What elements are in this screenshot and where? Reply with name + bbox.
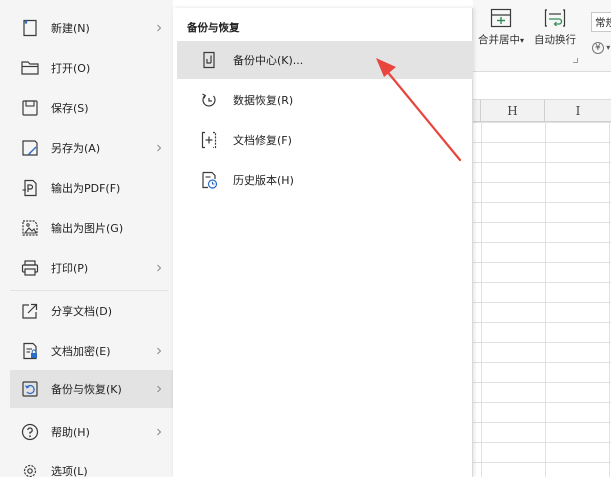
alignment-dialog-launcher-icon[interactable] bbox=[573, 58, 578, 63]
chevron-right-icon bbox=[157, 385, 162, 393]
backup-center-icon bbox=[203, 51, 215, 69]
submenu-title: 备份与恢复 bbox=[187, 22, 240, 34]
auto-wrap-button[interactable]: 自动换行 bbox=[529, 8, 581, 47]
submenu-item-label: 备份中心(K)... bbox=[233, 54, 304, 67]
column-header-h[interactable]: H bbox=[481, 100, 545, 122]
merge-center-label: 合并居中 bbox=[477, 34, 520, 46]
merge-center-button[interactable]: 合并居中▾ bbox=[475, 8, 527, 47]
column-header-g[interactable] bbox=[473, 100, 481, 122]
folder-open-icon bbox=[21, 61, 39, 75]
new-file-icon bbox=[23, 19, 37, 37]
share-icon bbox=[22, 303, 38, 319]
menu-item-label: 帮助(H) bbox=[51, 426, 90, 439]
chevron-right-icon bbox=[157, 24, 162, 32]
submenu-item-history-version[interactable]: 历史版本(H) bbox=[177, 161, 473, 199]
menu-item-label: 输出为图片(G) bbox=[51, 222, 124, 235]
menu-item-save-as[interactable]: 另存为(A) bbox=[10, 129, 173, 167]
auto-wrap-label: 自动换行 bbox=[534, 34, 576, 46]
chevron-right-icon bbox=[157, 428, 162, 436]
printer-icon bbox=[21, 260, 39, 276]
chevron-right-icon bbox=[157, 347, 162, 355]
gear-icon bbox=[23, 464, 37, 477]
menu-item-share[interactable]: 分享文档(D) bbox=[10, 292, 173, 330]
submenu-item-data-recovery[interactable]: 数据恢复(R) bbox=[177, 81, 473, 119]
currency-icon: ¥ bbox=[592, 42, 604, 54]
menu-divider bbox=[10, 290, 168, 291]
help-icon bbox=[21, 423, 39, 441]
document-repair-icon bbox=[201, 131, 217, 149]
export-image-icon bbox=[22, 220, 38, 236]
save-icon bbox=[22, 100, 38, 116]
menu-item-label: 分享文档(D) bbox=[51, 305, 113, 318]
document-lock-icon bbox=[23, 342, 37, 360]
menu-item-label: 备份与恢复(K) bbox=[51, 383, 122, 396]
merge-dropdown-icon[interactable]: ▾ bbox=[520, 36, 524, 45]
ribbon-toolbar: 合并居中▾ 自动换行 常规 ¥ ▾ bbox=[473, 0, 611, 72]
menu-item-label: 选项(L) bbox=[51, 465, 88, 477]
submenu-item-document-repair[interactable]: 文档修复(F) bbox=[177, 121, 473, 159]
save-as-icon bbox=[22, 140, 38, 156]
menu-item-open[interactable]: 打开(O) bbox=[10, 49, 173, 87]
menu-item-help[interactable]: 帮助(H) bbox=[10, 413, 173, 451]
menu-item-export-image[interactable]: 输出为图片(G) bbox=[10, 209, 173, 247]
history-version-icon bbox=[202, 171, 218, 189]
export-pdf-icon bbox=[22, 179, 37, 197]
menu-item-label: 新建(N) bbox=[51, 22, 90, 35]
merge-cells-icon bbox=[490, 8, 512, 28]
currency-format-button[interactable]: ¥ ▾ bbox=[592, 40, 610, 54]
submenu-item-label: 文档修复(F) bbox=[233, 134, 292, 147]
menu-item-encrypt[interactable]: 文档加密(E) bbox=[10, 332, 173, 370]
submenu-item-label: 数据恢复(R) bbox=[233, 94, 294, 107]
cell-grid[interactable] bbox=[473, 122, 611, 477]
backup-restore-icon bbox=[22, 381, 38, 397]
menu-item-export-pdf[interactable]: 输出为PDF(F) bbox=[10, 169, 173, 207]
file-menu: 新建(N) 打开(O) 保存(S) 另存为(A) 输出为PDF(F) 输出为图片… bbox=[0, 0, 173, 477]
formula-bar-area bbox=[473, 72, 611, 100]
menu-item-print[interactable]: 打印(P) bbox=[10, 249, 173, 287]
menu-item-label: 文档加密(E) bbox=[51, 345, 111, 358]
chevron-right-icon bbox=[157, 264, 162, 272]
menu-item-label: 打开(O) bbox=[51, 62, 91, 75]
column-header-row: H I bbox=[473, 100, 611, 122]
menu-item-options[interactable]: 选项(L) bbox=[10, 452, 173, 477]
number-format-select[interactable]: 常规 bbox=[591, 12, 611, 32]
menu-item-save[interactable]: 保存(S) bbox=[10, 89, 173, 127]
chevron-right-icon bbox=[157, 144, 162, 152]
menu-item-label: 打印(P) bbox=[51, 262, 89, 275]
menu-item-label: 输出为PDF(F) bbox=[51, 182, 121, 195]
wrap-text-icon bbox=[544, 9, 566, 27]
menu-item-backup-restore[interactable]: 备份与恢复(K) bbox=[10, 370, 173, 408]
submenu-item-backup-center[interactable]: 备份中心(K)... bbox=[177, 41, 473, 79]
data-recovery-icon bbox=[202, 93, 216, 107]
menu-item-label: 另存为(A) bbox=[51, 142, 101, 155]
menu-item-label: 保存(S) bbox=[51, 102, 89, 115]
menu-item-new[interactable]: 新建(N) bbox=[10, 9, 173, 47]
backup-restore-submenu: 备份与恢复 备份中心(K)... 数据恢复(R) 文档修复(F) 历史版本(H) bbox=[173, 8, 473, 477]
submenu-item-label: 历史版本(H) bbox=[233, 174, 294, 187]
column-header-i[interactable]: I bbox=[545, 100, 611, 122]
